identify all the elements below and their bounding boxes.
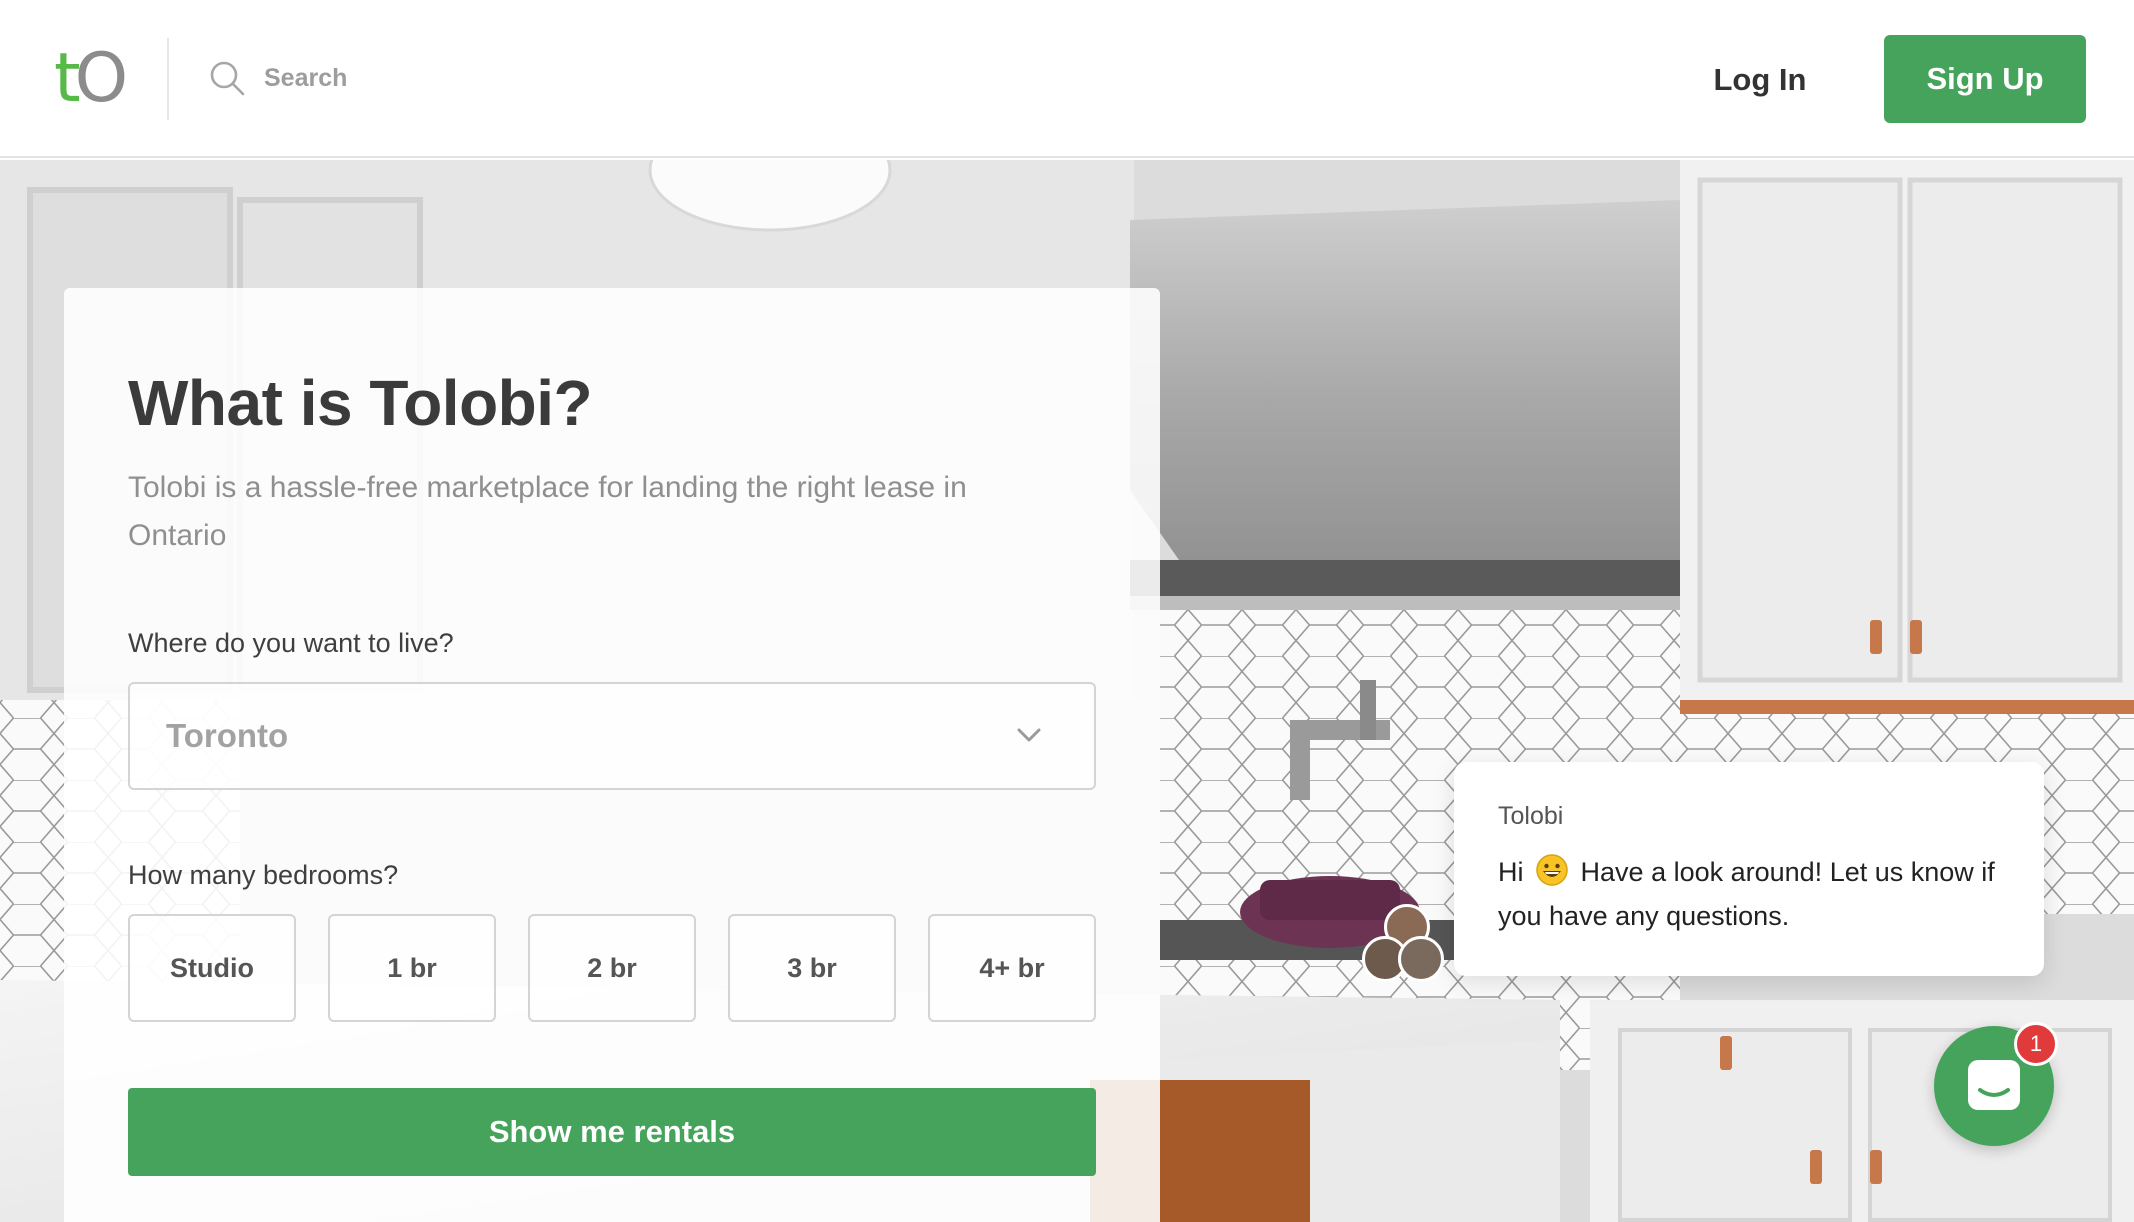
location-select[interactable]: Toronto [128, 682, 1096, 790]
bedroom-option-1br[interactable]: 1 br [328, 914, 496, 1022]
location-label: Where do you want to live? [128, 628, 454, 658]
logo-letter-t: t [54, 39, 81, 118]
search-card: What is Tolobi? Tolobi is a hassle-free … [64, 288, 1160, 1222]
search-box[interactable]: Search [208, 56, 347, 100]
smiley-emoji-icon [1536, 854, 1568, 886]
chevron-down-icon [1017, 728, 1041, 742]
chat-greeting-bubble[interactable]: Tolobi Hi Have a look around! Let us kno… [1454, 762, 2044, 976]
show-rentals-button[interactable]: Show me rentals [128, 1088, 1096, 1176]
bedroom-option-4plus-br[interactable]: 4+ br [928, 914, 1096, 1022]
login-button[interactable]: Log In [1690, 48, 1830, 112]
unread-badge: 1 [2014, 1022, 2058, 1066]
chat-greeting: Hi [1498, 857, 1524, 887]
chat-sender: Tolobi [1498, 802, 1564, 830]
tolobi-logo[interactable]: tO [54, 39, 128, 118]
card-title: What is Tolobi? [128, 367, 593, 439]
bedroom-options: Studio 1 br 2 br 3 br 4+ br [128, 914, 1096, 1022]
team-avatars [1362, 904, 1450, 986]
chat-message: Hi Have a look around! Let us know if yo… [1498, 850, 2018, 938]
search-icon [210, 61, 245, 96]
signup-button[interactable]: Sign Up [1884, 35, 2086, 123]
bedroom-option-studio[interactable]: Studio [128, 914, 296, 1022]
location-value: Toronto [166, 717, 289, 754]
header-divider [167, 38, 169, 120]
top-nav: tO Search Log In Sign Up [0, 0, 2134, 158]
logo-letter-o: O [74, 39, 128, 118]
card-subtitle: Tolobi is a hassle-free marketplace for … [128, 471, 967, 552]
bedroom-option-3br[interactable]: 3 br [728, 914, 896, 1022]
chat-launcher-icon [1968, 1060, 2020, 1110]
search-placeholder: Search [264, 63, 348, 92]
chat-message-text: Have a look around! Let us know if you h… [1498, 857, 1995, 931]
avatar [1398, 936, 1444, 982]
bedrooms-label: How many bedrooms? [128, 860, 399, 890]
bedroom-option-2br[interactable]: 2 br [528, 914, 696, 1022]
